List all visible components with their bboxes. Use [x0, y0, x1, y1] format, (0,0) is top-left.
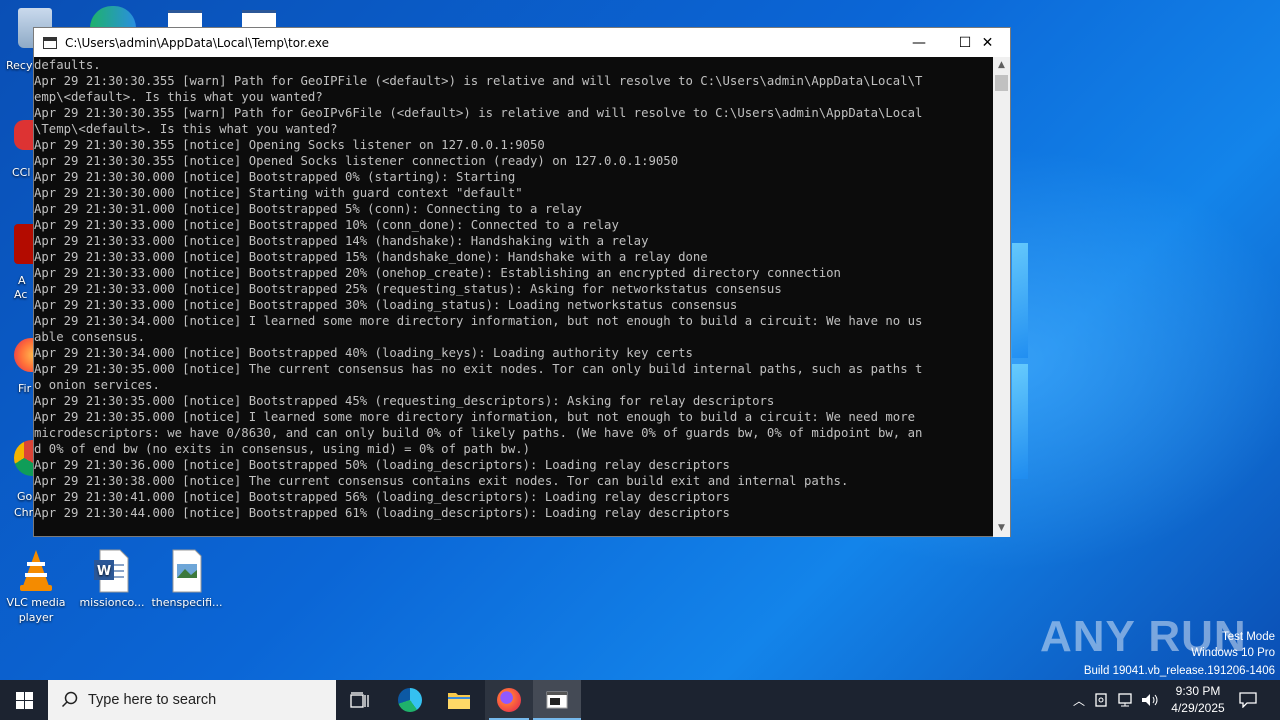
taskbar-search-box[interactable]: Type here to search: [48, 680, 336, 720]
desktop-icon-label: Go: [17, 490, 33, 503]
desktop-icon-vlc[interactable]: VLC media player: [0, 548, 72, 625]
desktop-icon-label: A: [18, 274, 26, 287]
folder-icon: [448, 693, 470, 709]
scroll-up-arrow-icon[interactable]: ▲: [993, 57, 1010, 74]
watermark-build: Build 19041.vb_release.191206-1406: [1083, 665, 1275, 677]
notification-icon: [1239, 692, 1257, 708]
task-view-button[interactable]: [336, 680, 384, 720]
desktop-icon-label: CCl: [12, 166, 31, 179]
watermark-test-mode: Test Mode: [1221, 631, 1275, 643]
network-icon[interactable]: [1116, 692, 1136, 708]
task-view-icon: [350, 692, 369, 708]
console-line: Apr 29 21:30:30.355 [notice] Opened Sock…: [34, 154, 679, 168]
wallpaper-logo-pane: [1012, 243, 1028, 358]
console-app-icon: [43, 36, 57, 49]
desktop-icon-edge[interactable]: [90, 6, 136, 28]
clock-time: 9:30 PM: [1175, 684, 1221, 698]
desktop-icon-label: player: [18, 611, 54, 624]
console-line: o onion services.: [34, 378, 160, 392]
search-placeholder: Type here to search: [88, 692, 217, 708]
console-line: Apr 29 21:30:35.000 [notice] I learned s…: [34, 410, 915, 424]
console-line: Apr 29 21:30:35.000 [notice] The current…: [34, 362, 923, 376]
desktop-icon-label: Chr: [14, 506, 34, 519]
taskbar-console-button[interactable]: [533, 680, 581, 720]
console-line: microdescriptors: we have 0/8630, and ca…: [34, 426, 923, 440]
console-line: able consensus.: [34, 330, 146, 344]
taskbar-firefox-button[interactable]: [485, 680, 533, 720]
desktop-icon-chrome[interactable]: Go Chr: [14, 440, 34, 522]
desktop-icon-label: Ac: [14, 288, 28, 301]
console-line: Apr 29 21:30:35.000 [notice] Bootstrappe…: [34, 394, 775, 408]
windows-logo-icon: [15, 691, 33, 709]
ccleaner-icon: [14, 120, 34, 150]
taskbar: Type here to search ︿ 9:30 PM 4/29/2025: [0, 680, 1280, 720]
console-line: Apr 29 21:30:30.355 [warn] Path for GeoI…: [34, 106, 923, 120]
console-line: Apr 29 21:30:34.000 [notice] Bootstrappe…: [34, 346, 693, 360]
console-line: Apr 29 21:30:31.000 [notice] Bootstrappe…: [34, 202, 582, 216]
console-titlebar[interactable]: C:\Users\admin\AppData\Local\Temp\tor.ex…: [34, 28, 1010, 57]
action-device-icon[interactable]: [1092, 692, 1112, 708]
word-document-icon: W: [92, 548, 132, 593]
chevron-up-icon[interactable]: ︿: [1068, 692, 1090, 709]
window-title: C:\Users\admin\AppData\Local\Temp\tor.ex…: [65, 35, 330, 50]
volume-icon[interactable]: [1140, 692, 1160, 708]
console-window[interactable]: C:\Users\admin\AppData\Local\Temp\tor.ex…: [33, 27, 1011, 537]
desktop-icon-label: Fir: [18, 382, 32, 395]
wallpaper-logo-pane: [1012, 364, 1028, 479]
watermark-edition: Windows 10 Pro: [1191, 647, 1275, 659]
console-line: Apr 29 21:30:30.355 [notice] Opening Soc…: [34, 138, 545, 152]
console-line: Apr 29 21:30:36.000 [notice] Bootstrappe…: [34, 458, 730, 472]
console-line: Apr 29 21:30:33.000 [notice] Bootstrappe…: [34, 234, 649, 248]
taskbar-file-explorer-button[interactable]: [435, 680, 483, 720]
scroll-down-arrow-icon[interactable]: ▼: [993, 520, 1010, 537]
vlc-icon: [16, 548, 56, 592]
image-file-icon: [167, 548, 207, 593]
firefox-icon: [497, 688, 521, 712]
console-line: Apr 29 21:30:33.000 [notice] Bootstrappe…: [34, 266, 841, 280]
console-line: Apr 29 21:30:30.000 [notice] Bootstrappe…: [34, 170, 516, 184]
console-line: defaults.: [34, 58, 101, 72]
desktop-icon-label: missionco...: [79, 596, 145, 609]
scrollbar-thumb[interactable]: [995, 75, 1008, 91]
desktop-icon-label: VLC media: [6, 596, 66, 609]
console-line: Apr 29 21:30:33.000 [notice] Bootstrappe…: [34, 298, 738, 312]
firefox-icon: [14, 338, 34, 372]
console-scrollbar[interactable]: ▲ ▼: [993, 57, 1010, 537]
console-line: Apr 29 21:30:41.000 [notice] Bootstrappe…: [34, 490, 730, 504]
notifications-button[interactable]: [1232, 680, 1264, 720]
console-output[interactable]: defaults. Apr 29 21:30:30.355 [warn] Path…: [34, 57, 994, 537]
desktop-icon-image-file[interactable]: thenspecifi...: [151, 548, 223, 610]
console-line: Apr 29 21:30:44.000 [notice] Bootstrappe…: [34, 506, 730, 520]
console-line: Apr 29 21:30:33.000 [notice] Bootstrappe…: [34, 250, 708, 264]
desktop-icon-word-file[interactable]: W missionco...: [76, 548, 148, 610]
system-tray: ︿: [1068, 680, 1160, 720]
desktop-icon-label: Recy: [6, 59, 33, 72]
console-line: Apr 29 21:30:33.000 [notice] Bootstrappe…: [34, 218, 619, 232]
desktop-icon-firefox[interactable]: Fir: [14, 338, 34, 398]
console-line: \Temp\<default>. Is this what you wanted…: [34, 122, 338, 136]
taskbar-edge-button[interactable]: [386, 680, 434, 720]
console-line: Apr 29 21:30:33.000 [notice] Bootstrappe…: [34, 282, 782, 296]
console-line: Apr 29 21:30:34.000 [notice] I learned s…: [34, 314, 923, 328]
search-icon: [61, 691, 78, 708]
edge-icon: [398, 688, 422, 712]
console-line: d 0% of end bw (no exits in consensus, u…: [34, 442, 531, 456]
desktop-icon-acrobat[interactable]: A Ac: [14, 224, 34, 304]
start-button[interactable]: [0, 680, 48, 720]
chrome-icon: [14, 440, 34, 476]
console-line: Apr 29 21:30:30.355 [warn] Path for GeoI…: [34, 74, 923, 88]
desktop-icon-ccleaner[interactable]: CCl: [12, 120, 34, 180]
console-line: emp\<default>. Is this what you wanted?: [34, 90, 323, 104]
console-line: Apr 29 21:30:38.000 [notice] The current…: [34, 474, 849, 488]
console-line: Apr 29 21:30:30.000 [notice] Starting wi…: [34, 186, 523, 200]
desktop-icon-label: thenspecifi...: [151, 596, 223, 609]
close-button[interactable]: ✕: [965, 28, 1010, 57]
console-window-icon: [546, 691, 568, 709]
taskbar-clock[interactable]: 9:30 PM 4/29/2025: [1160, 683, 1236, 717]
acrobat-icon: [14, 224, 34, 264]
clock-date: 4/29/2025: [1171, 701, 1225, 715]
svg-text:W: W: [97, 564, 111, 579]
minimize-button[interactable]: —: [896, 28, 942, 57]
